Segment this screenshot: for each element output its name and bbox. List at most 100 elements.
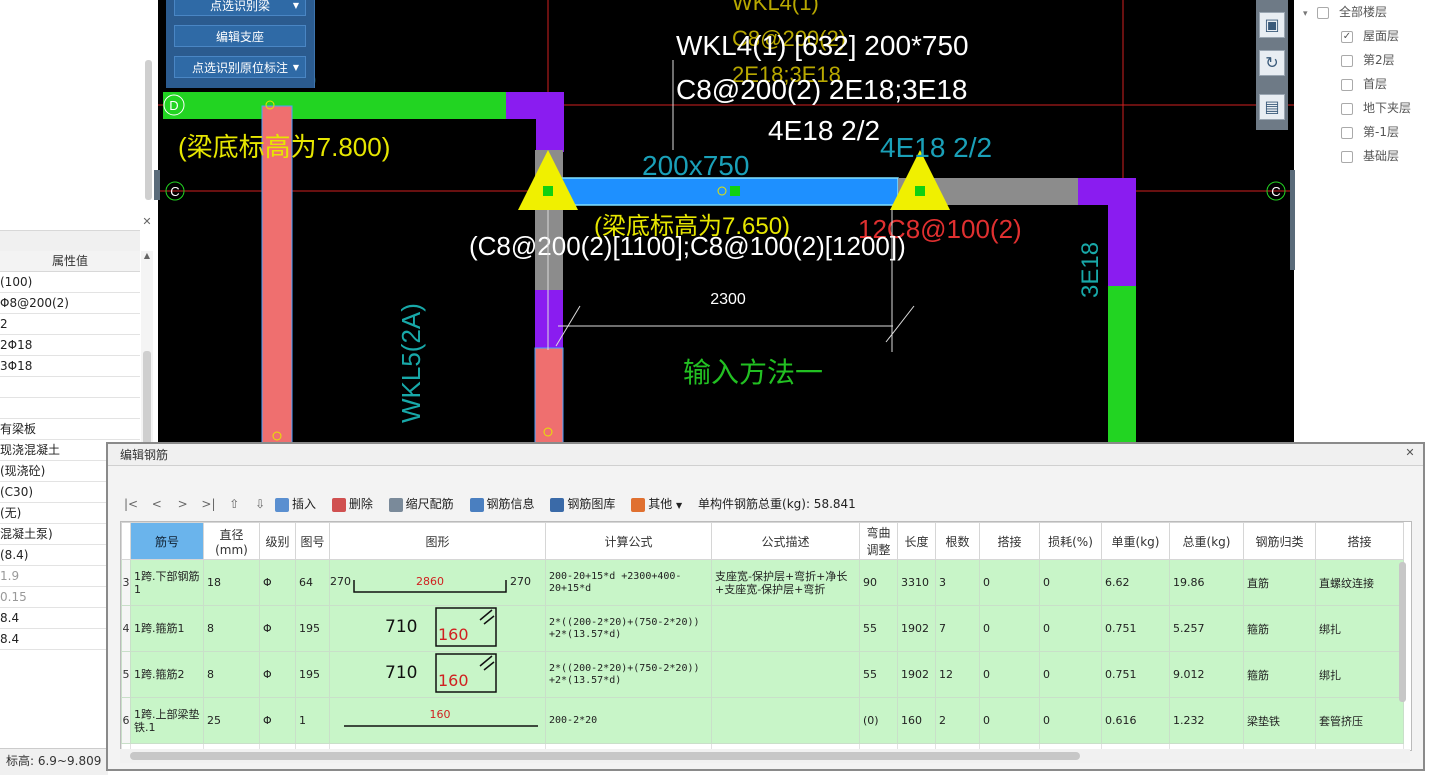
property-row[interactable]: 2Φ18 <box>0 335 140 356</box>
floor-item[interactable]: 第-1层 <box>1341 121 1399 143</box>
left-panel-splitter[interactable] <box>154 170 160 200</box>
cell-total-w[interactable]: 1.232 <box>1169 697 1244 744</box>
cell-name[interactable]: 1跨.上部梁垫铁.1 <box>130 697 204 744</box>
cell-count[interactable]: 3 <box>935 559 980 606</box>
delete-button[interactable]: 删除 <box>331 492 373 516</box>
cell-shape[interactable]: 710 160 <box>329 605 546 652</box>
cell-dia[interactable]: 8 <box>203 605 260 652</box>
floor-checkbox[interactable] <box>1341 78 1353 91</box>
cell-unit-w[interactable]: 0.751 <box>1101 605 1170 652</box>
cell-bend[interactable]: (0) <box>859 697 898 744</box>
rebar-info-button[interactable]: 钢筋信息 <box>469 492 535 516</box>
floor-item[interactable]: ▾ 全部楼层 <box>1303 1 1387 23</box>
cell-dia[interactable]: 25 <box>203 697 260 744</box>
cell-lap-type[interactable]: 绑扎 <box>1315 651 1404 698</box>
cell-unit-w[interactable]: 6.62 <box>1101 559 1170 606</box>
floor-checkbox[interactable]: ✓ <box>1341 30 1353 43</box>
cell-bend[interactable]: 90 <box>859 559 898 606</box>
floor-item[interactable]: 地下夹层 <box>1341 97 1411 119</box>
cell-dia[interactable]: 8 <box>203 651 260 698</box>
cell-formula[interactable]: 200-20+15*d +2300+400-20+15*d <box>545 559 712 606</box>
cell-dia[interactable]: 18 <box>203 559 260 606</box>
cell-count[interactable]: 7 <box>935 605 980 652</box>
cell-cat[interactable]: 直筋 <box>1243 559 1316 606</box>
cell-formula[interactable]: 2*((200-2*20)+(750-2*20)) +2*(13.57*d) <box>545 605 712 652</box>
cell-len[interactable]: 1902 <box>897 605 936 652</box>
column-header[interactable]: 公式描述 <box>711 522 860 560</box>
chevron-down-icon[interactable]: ▼ <box>293 57 299 79</box>
move-up-icon[interactable]: ⇧ <box>223 492 245 516</box>
column-header[interactable]: 计算公式 <box>545 522 712 560</box>
floor-item[interactable]: 基础层 <box>1341 145 1399 167</box>
column-header[interactable]: 搭接 <box>979 522 1040 560</box>
floor-item[interactable]: 首层 <box>1341 73 1387 95</box>
table-row[interactable]: 6 1跨.上部梁垫铁.1 25 Φ 1 160 200-2*20 (0) 160 2 0 0 0.616… <box>121 697 1404 744</box>
insert-button[interactable]: 插入 <box>274 492 316 516</box>
cell-unit-w[interactable]: 0.616 <box>1101 697 1170 744</box>
cell-lap[interactable]: 0 <box>979 605 1040 652</box>
last-record-icon[interactable]: >| <box>197 492 219 516</box>
column-header[interactable]: 单重(kg) <box>1101 522 1170 560</box>
cell-cat[interactable]: 箍筋 <box>1243 605 1316 652</box>
cad-drawing[interactable]: D C C WKL4(1) C8@200(2) 2E18;3E18 250X50… <box>158 0 1294 445</box>
column-header[interactable]: 长度 <box>897 522 936 560</box>
cell-lap[interactable]: 0 <box>979 651 1040 698</box>
rebar-library-button[interactable]: 钢筋图库 <box>550 492 615 516</box>
cell-loss[interactable]: 0 <box>1039 651 1102 698</box>
close-icon[interactable]: ✕ <box>1403 446 1417 460</box>
rotate-icon[interactable]: ↻ <box>1259 50 1285 76</box>
cell-name[interactable]: 1跨.箍筋2 <box>130 651 204 698</box>
row-number[interactable]: 3 <box>121 559 131 606</box>
scroll-up-icon[interactable]: ▲ <box>141 251 153 263</box>
column-header[interactable]: 筋号 <box>130 522 204 560</box>
cell-cat[interactable]: 梁垫铁 <box>1243 697 1316 744</box>
rebar-grid[interactable]: 筋号 直径(mm) 级别 图号 图形 计算公式 公式描述 弯曲调整 长度 根数 搭接 损耗(%) 单重(… <box>120 521 1412 751</box>
left-panel-scrollbar[interactable] <box>145 60 152 200</box>
cell-fig[interactable]: 1 <box>295 697 330 744</box>
column-header[interactable]: 图号 <box>295 522 330 560</box>
floor-item[interactable]: 第2层 <box>1341 49 1395 71</box>
identify-in-situ-label-button[interactable]: 点选识别原位标注 ▼ <box>174 56 306 78</box>
property-row[interactable]: Φ8@200(2) <box>0 293 140 314</box>
layout-icon[interactable]: ▤ <box>1259 94 1285 120</box>
property-row[interactable]: 有梁板 <box>0 419 140 440</box>
column-header[interactable]: 图形 <box>329 522 546 560</box>
grid-horizontal-scrollbar[interactable] <box>120 749 1410 763</box>
property-row[interactable] <box>0 377 140 398</box>
scroll-thumb[interactable] <box>1399 562 1406 702</box>
cell-lap[interactable]: 0 <box>979 697 1040 744</box>
column-header[interactable]: 损耗(%) <box>1039 522 1102 560</box>
cell-grade[interactable]: Φ <box>259 559 296 606</box>
property-row[interactable]: 3Φ18 <box>0 356 140 377</box>
cell-formula[interactable]: 200-2*20 <box>545 697 712 744</box>
next-record-icon[interactable]: > <box>172 492 194 516</box>
scale-rebar-button[interactable]: 缩尺配筋 <box>388 492 454 516</box>
floor-checkbox[interactable] <box>1341 54 1353 67</box>
cell-grade[interactable]: Φ <box>259 651 296 698</box>
row-number[interactable]: 5 <box>121 651 131 698</box>
chevron-down-icon[interactable]: ▼ <box>293 0 299 17</box>
cell-loss[interactable]: 0 <box>1039 697 1102 744</box>
cell-desc[interactable]: 支座宽-保护层+弯折+净长+支座宽-保护层+弯折 <box>711 559 860 606</box>
cell-total-w[interactable]: 9.012 <box>1169 651 1244 698</box>
cell-grade[interactable]: Φ <box>259 697 296 744</box>
floor-checkbox[interactable] <box>1341 126 1353 139</box>
cell-grade[interactable]: Φ <box>259 605 296 652</box>
chevron-down-icon[interactable]: ▼ <box>676 501 682 510</box>
table-row[interactable]: 4 1跨.箍筋1 8 Φ 195 710 160 2*((200-2*20)+(750-2*2… <box>121 605 1404 652</box>
cell-loss[interactable]: 0 <box>1039 605 1102 652</box>
cell-cat[interactable]: 箍筋 <box>1243 651 1316 698</box>
cell-lap-type[interactable]: 套管挤压 <box>1315 697 1404 744</box>
cad-canvas[interactable]: D C C WKL4(1) C8@200(2) 2E18;3E18 250X50… <box>158 0 1294 445</box>
cube-view-icon[interactable]: ▣ <box>1259 12 1285 38</box>
cell-len[interactable]: 1902 <box>897 651 936 698</box>
cell-desc[interactable] <box>711 605 860 652</box>
row-number[interactable]: 6 <box>121 697 131 744</box>
cell-lap-type[interactable]: 绑扎 <box>1315 605 1404 652</box>
cell-count[interactable]: 2 <box>935 697 980 744</box>
cell-len[interactable]: 3310 <box>897 559 936 606</box>
click-identify-beam-button[interactable]: 点选识别梁 ▼ <box>174 0 306 16</box>
cell-shape[interactable]: 160 <box>329 697 546 744</box>
floor-checkbox[interactable] <box>1341 150 1353 163</box>
table-row[interactable]: 3 1跨.下部钢筋1 18 Φ 64 270 2860 270 200-20+15*d +230… <box>121 559 1404 606</box>
